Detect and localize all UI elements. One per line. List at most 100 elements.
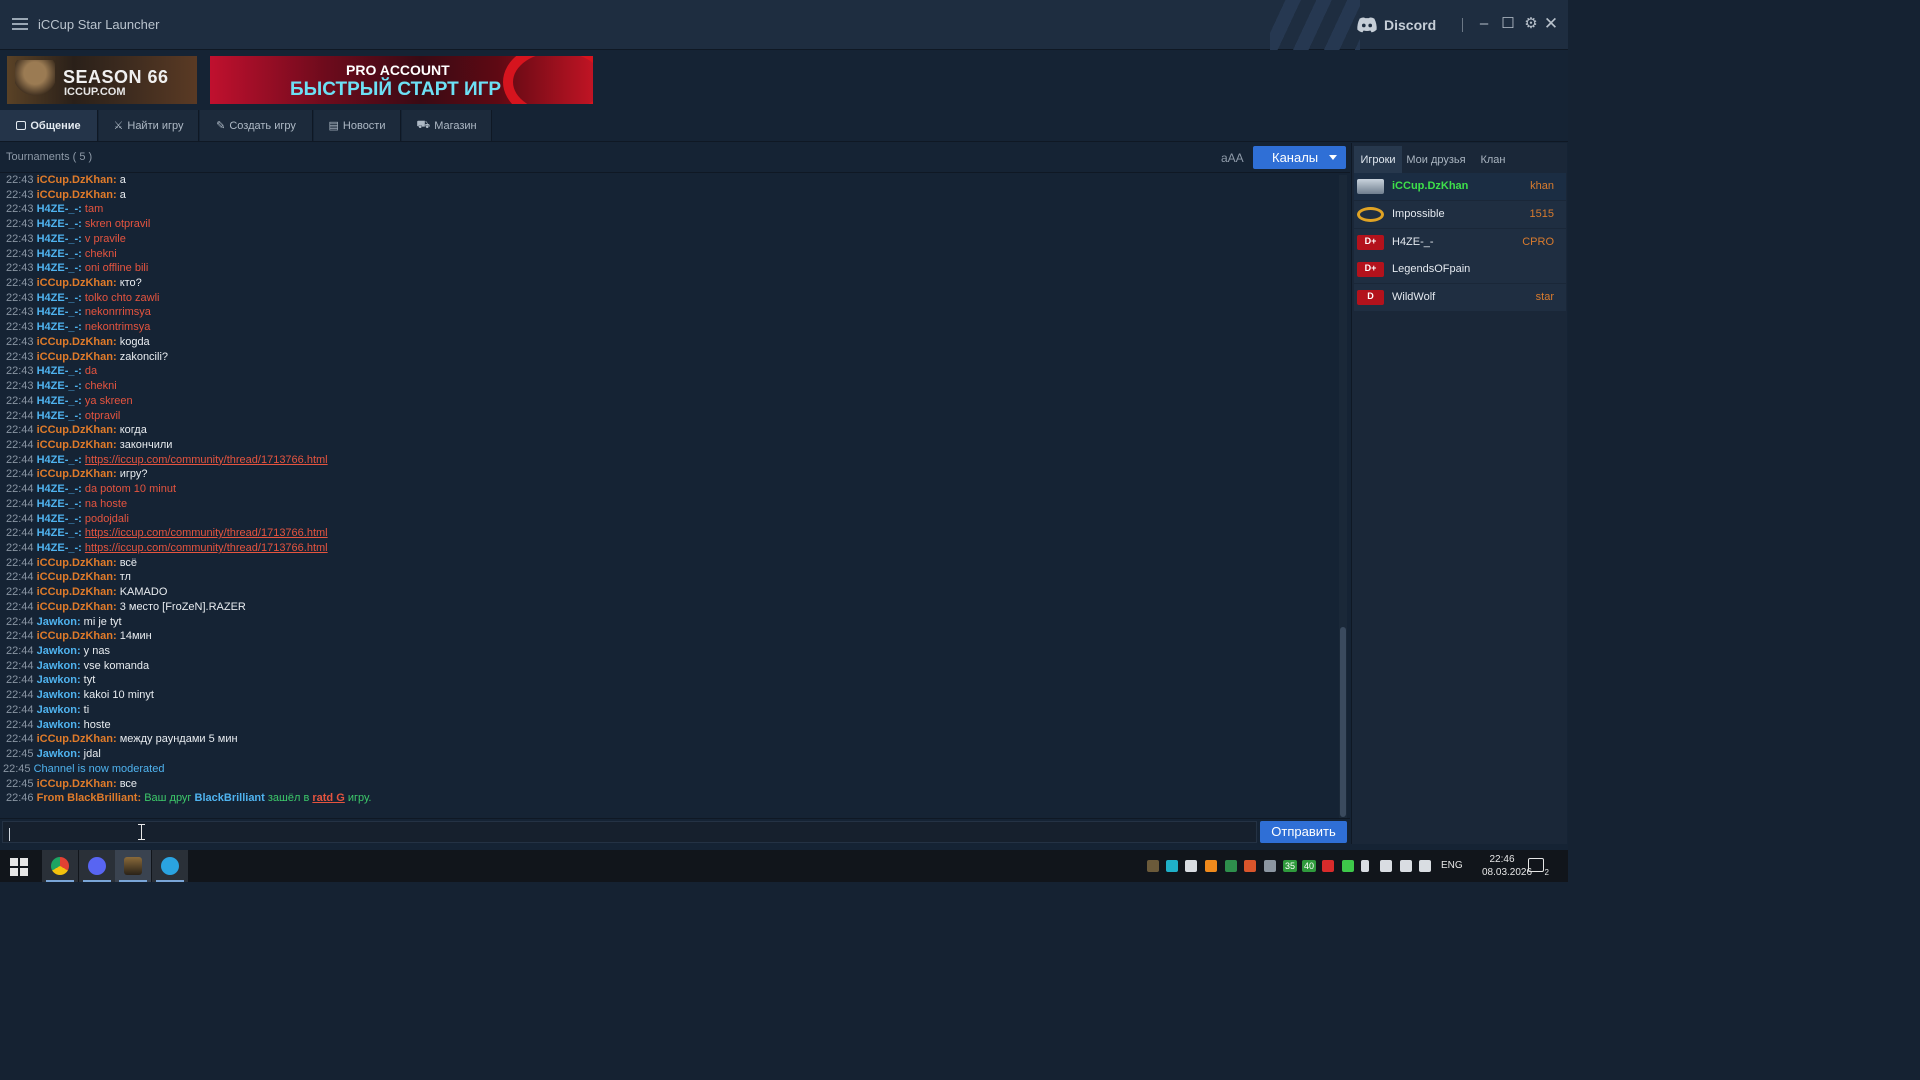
message-nick[interactable]: iCCup.DzKhan: [37,733,117,745]
message-nick[interactable]: H4ZE-_-: [37,380,82,392]
message-link[interactable]: https://iccup.com/community/thread/17137… [85,527,328,539]
volume-icon[interactable] [1419,860,1431,872]
tray-g-icon[interactable] [1342,860,1354,872]
chat-message: 22:44 iCCup.DzKhan: KAMADO [6,585,167,600]
message-text: da potom 10 minut [84,483,177,496]
message-link[interactable]: https://iccup.com/community/thread/17137… [85,542,328,554]
tab-friends[interactable]: Мои друзья [1403,146,1469,174]
discord-button[interactable]: Discord [1356,14,1436,36]
message-nick[interactable]: H4ZE-_-: [37,262,82,274]
language-indicator[interactable]: ENG [1441,860,1463,871]
taskbar-iccup[interactable] [115,850,151,882]
tray-arrow-icon[interactable] [1244,860,1256,872]
font-size-toggle[interactable]: aAA [1221,151,1244,165]
close-icon[interactable]: ✕ [1541,14,1561,34]
message-nick[interactable]: Jawkon: [37,748,81,760]
message-nick[interactable]: iCCup.DzKhan: [37,189,117,201]
tray-security-icon[interactable] [1225,860,1237,872]
tray-temp-badge[interactable]: 35 [1283,860,1297,872]
message-nick[interactable]: iCCup.DzKhan: [37,557,117,569]
message-nick[interactable]: iCCup.DzKhan: [37,630,117,642]
chat-input[interactable] [2,821,1257,843]
tab-clan[interactable]: Клан [1470,146,1516,174]
message-nick[interactable]: H4ZE-_-: [37,233,82,245]
message-nick[interactable]: H4ZE-_-: [37,395,82,407]
tab-find-game[interactable]: ⚔ Найти игру [99,110,199,141]
tray-search-icon[interactable] [1166,860,1178,872]
send-button[interactable]: Отправить [1260,821,1347,843]
message-text: v pravile [84,232,126,245]
player-row[interactable]: Impossible 1515 [1354,200,1566,228]
message-nick[interactable]: iCCup.DzKhan: [37,277,117,289]
message-nick[interactable]: iCCup.DzKhan: [37,601,117,613]
message-nick[interactable]: iCCup.DzKhan: [37,174,117,186]
message-link[interactable]: https://iccup.com/community/thread/17137… [85,454,328,466]
message-nick[interactable]: H4ZE-_-: [37,454,82,466]
channels-dropdown[interactable]: Каналы [1253,146,1346,169]
message-nick[interactable]: H4ZE-_-: [37,410,82,422]
tray-hidden-icon[interactable] [1264,860,1276,872]
message-nick[interactable]: iCCup.DzKhan: [37,586,117,598]
chat-scrollbar[interactable] [1339,175,1347,818]
message-nick[interactable]: H4ZE-_-: [37,483,82,495]
message-nick[interactable]: iCCup.DzKhan: [37,336,117,348]
microphone-icon[interactable] [1361,860,1369,872]
tray-record-icon[interactable] [1322,860,1334,872]
tray-load-badge[interactable]: 40 [1302,860,1316,872]
message-nick[interactable]: H4ZE-_-: [37,203,82,215]
player-row[interactable]: iCCup.DzKhan khan [1354,173,1566,200]
tab-create-game[interactable]: ✎ Создать игру [200,110,313,141]
message-nick[interactable]: iCCup.DzKhan: [37,424,117,436]
message-nick[interactable]: H4ZE-_-: [37,527,82,539]
message-nick[interactable]: H4ZE-_-: [37,248,82,260]
taskbar-chrome[interactable] [42,850,78,882]
message-nick[interactable]: H4ZE-_-: [37,306,82,318]
tray-flame-icon[interactable] [1205,860,1217,872]
season-banner[interactable]: SEASON 66 ICCUP.COM [7,56,197,104]
message-nick[interactable]: Jawkon: [37,660,81,672]
player-row[interactable]: D+ LegendsOFpain [1354,256,1566,284]
tab-chat[interactable]: Общение [0,110,98,141]
message-nick[interactable]: From BlackBrilliant: [37,792,142,804]
message-nick[interactable]: iCCup.DzKhan: [37,571,117,583]
message-nick[interactable]: Jawkon: [37,645,81,657]
message-nick[interactable]: iCCup.DzKhan: [37,468,117,480]
tab-shop[interactable]: ⛟ Магазин [402,110,492,141]
tray-device-icon[interactable] [1380,860,1392,872]
tray-send-icon[interactable] [1185,860,1197,872]
notification-center-icon[interactable]: 2 [1528,858,1549,877]
system-clock[interactable]: 22:46 08.03.2026 [1482,853,1532,879]
message-nick[interactable]: Jawkon: [37,704,81,716]
message-nick[interactable]: Jawkon: [37,689,81,701]
message-nick[interactable]: Jawkon: [37,719,81,731]
taskbar-telegram[interactable] [152,850,188,882]
taskbar-discord[interactable] [79,850,115,882]
player-row[interactable]: D+ H4ZE-_- CPRO [1354,228,1566,256]
message-nick[interactable]: iCCup.DzKhan: [37,439,117,451]
game-link[interactable]: ratd G [312,792,344,804]
hamburger-menu-icon[interactable] [12,16,28,32]
message-nick[interactable]: Jawkon: [37,674,81,686]
tray-game-icon[interactable] [1147,860,1159,872]
message-nick[interactable]: H4ZE-_-: [37,292,82,304]
minimize-icon[interactable]: – [1474,14,1494,34]
network-icon[interactable] [1400,860,1412,872]
message-nick[interactable]: H4ZE-_-: [37,218,82,230]
pro-account-banner[interactable]: PRO ACCOUNT БЫСТРЫЙ СТАРТ ИГР [210,56,593,104]
message-nick[interactable]: H4ZE-_-: [37,513,82,525]
tab-news[interactable]: ▤ Новости [314,110,401,141]
settings-icon[interactable]: ⚙ [1521,14,1541,34]
maximize-icon[interactable]: ☐ [1498,14,1518,34]
tab-label: Новости [342,119,386,132]
windows-start-icon[interactable] [10,858,28,876]
message-nick[interactable]: iCCup.DzKhan: [37,778,117,790]
message-nick[interactable]: Jawkon: [37,616,81,628]
player-row[interactable]: D WildWolf star [1354,284,1566,312]
message-nick[interactable]: H4ZE-_-: [37,542,82,554]
message-nick[interactable]: iCCup.DzKhan: [37,351,117,363]
message-nick[interactable]: H4ZE-_-: [37,498,82,510]
scrollbar-thumb[interactable] [1340,627,1346,817]
message-nick[interactable]: H4ZE-_-: [37,321,82,333]
message-nick[interactable]: H4ZE-_-: [37,365,82,377]
tab-players[interactable]: Игроки [1354,146,1402,174]
